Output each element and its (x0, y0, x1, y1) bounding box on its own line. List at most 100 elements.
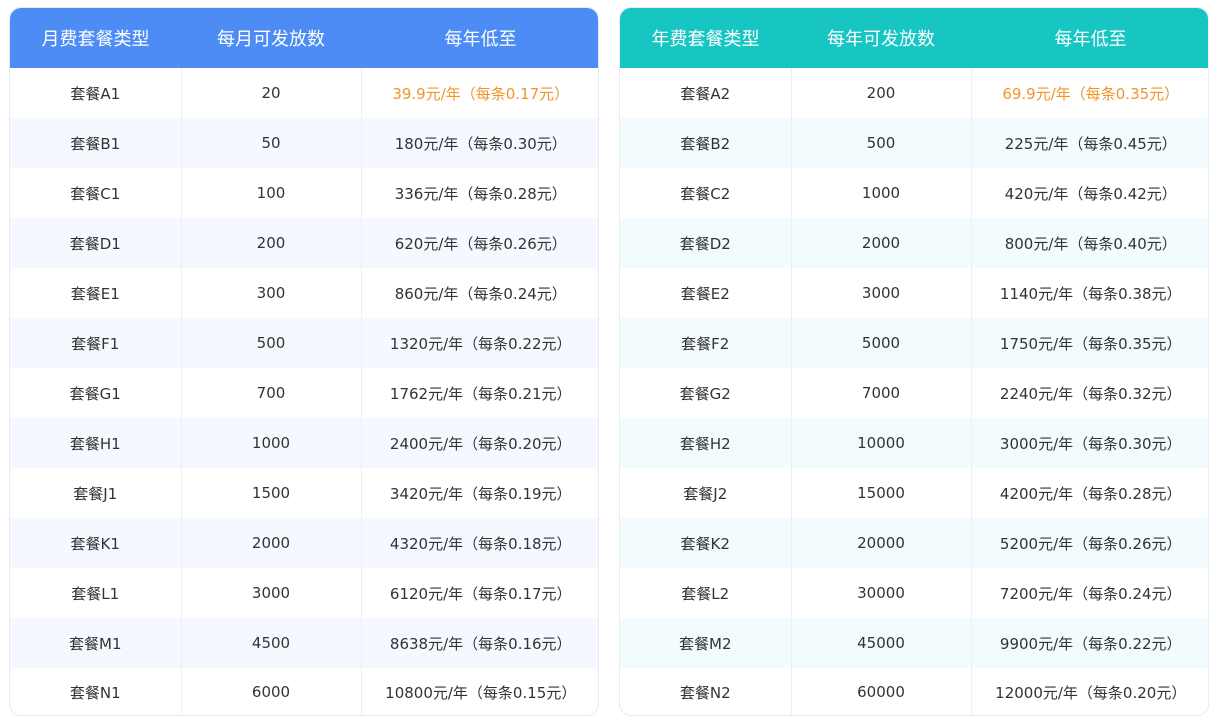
monthly-price-cell: 6120元/年（每条0.17元） (389, 584, 572, 603)
yearly-header-yearly-quota: 每年可发放数 (791, 8, 971, 68)
monthly-plan-name-cell: 套餐K1 (10, 518, 182, 568)
monthly-price-cell: 1762元/年（每条0.21元） (389, 384, 572, 403)
yearly-price-cell: 9900元/年（每条0.22元） (971, 618, 1208, 668)
yearly-quota-cell: 200 (791, 68, 972, 118)
monthly-table-row: 套餐D1 200 620元/年（每条0.26元） (10, 218, 598, 268)
yearly-price-cell: 1140元/年（每条0.38元） (999, 284, 1182, 303)
monthly-table-body: 套餐A1 20 39.9元/年（每条0.17元） 套餐B1 50 180元/年（每条0.3… (10, 68, 598, 715)
yearly-plan-name-cell: 套餐J2 (620, 468, 792, 518)
yearly-quota-cell: 60000 (791, 668, 972, 715)
monthly-plan-name-cell: 套餐E1 (10, 268, 182, 318)
monthly-price-cell: 2400元/年（每条0.20元） (361, 418, 598, 468)
monthly-table-row: 套餐A1 20 39.9元/年（每条0.17元） (10, 68, 598, 118)
yearly-header-yearly-price: 每年低至 (971, 8, 1208, 68)
yearly-price-cell: 1750元/年（每条0.35元） (971, 318, 1208, 368)
monthly-table-header-row: 月费套餐类型 每月可发放数 每年低至 (10, 8, 598, 68)
monthly-plan-name-cell: 套餐J1 (10, 468, 182, 518)
yearly-quota-cell: 15000 (791, 468, 972, 518)
yearly-price-cell: 420元/年（每条0.42元） (1004, 184, 1177, 203)
yearly-plan-name-cell: 套餐A2 (620, 68, 792, 118)
yearly-table-header-row: 年费套餐类型 每年可发放数 每年低至 (620, 8, 1208, 68)
yearly-table-row: 套餐L2 30000 7200元/年（每条0.24元） (620, 568, 1208, 618)
monthly-plan-name-cell: 套餐G1 (10, 368, 182, 418)
monthly-table-row: 套餐J1 1500 3420元/年（每条0.19元） (10, 468, 598, 518)
yearly-table-row: 套餐D2 2000 800元/年（每条0.40元） (620, 218, 1208, 268)
yearly-plan-name-cell: 套餐G2 (620, 368, 792, 418)
yearly-price-cell: 69.9元/年（每条0.35元） (1002, 84, 1180, 103)
yearly-table-row: 套餐K2 20000 5200元/年（每条0.26元） (620, 518, 1208, 568)
monthly-price-cell: 860元/年（每条0.24元） (394, 284, 567, 303)
monthly-quota-cell: 1000 (181, 418, 362, 468)
yearly-table-row: 套餐F2 5000 1750元/年（每条0.35元） (620, 318, 1208, 368)
yearly-quota-cell: 2000 (791, 218, 972, 268)
pricing-tables: 月费套餐类型 每月可发放数 每年低至 套餐A1 20 39.9元/年（每条0.17元… (0, 0, 1218, 722)
yearly-price-cell: 4200元/年（每条0.28元） (999, 484, 1182, 503)
yearly-table-row: 套餐E2 3000 1140元/年（每条0.38元） (620, 268, 1208, 318)
monthly-table-row: 套餐K1 2000 4320元/年（每条0.18元） (10, 518, 598, 568)
yearly-table-row: 套餐H2 10000 3000元/年（每条0.30元） (620, 418, 1208, 468)
yearly-price-cell: 2240元/年（每条0.32元） (999, 384, 1182, 403)
monthly-table-row: 套餐G1 700 1762元/年（每条0.21元） (10, 368, 598, 418)
monthly-plan-name-cell: 套餐F1 (10, 318, 182, 368)
yearly-quota-cell: 5000 (791, 318, 972, 368)
yearly-quota-cell: 45000 (791, 618, 972, 668)
monthly-quota-cell: 700 (181, 368, 362, 418)
yearly-quota-cell: 1000 (791, 168, 972, 218)
yearly-price-cell: 7200元/年（每条0.24元） (999, 584, 1182, 603)
yearly-table-row: 套餐C2 1000 420元/年（每条0.42元） (620, 168, 1208, 218)
yearly-table-row: 套餐A2 200 69.9元/年（每条0.35元） (620, 68, 1208, 118)
yearly-quota-cell: 500 (791, 118, 972, 168)
yearly-table-row: 套餐M2 45000 9900元/年（每条0.22元） (620, 618, 1208, 668)
yearly-plan-name-cell: 套餐L2 (620, 568, 792, 618)
monthly-quota-cell: 200 (181, 218, 362, 268)
yearly-plan-name-cell: 套餐N2 (620, 668, 792, 715)
yearly-table-row: 套餐B2 500 225元/年（每条0.45元） (620, 118, 1208, 168)
yearly-quota-cell: 3000 (791, 268, 972, 318)
monthly-plan-name-cell: 套餐A1 (10, 68, 182, 118)
monthly-price-cell: 620元/年（每条0.26元） (361, 218, 598, 268)
monthly-plan-name-cell: 套餐N1 (10, 668, 182, 715)
yearly-plan-name-cell: 套餐H2 (620, 418, 792, 468)
yearly-plan-name-cell: 套餐C2 (620, 168, 792, 218)
monthly-quota-cell: 300 (181, 268, 362, 318)
yearly-price-cell: 12000元/年（每条0.20元） (995, 683, 1187, 702)
monthly-plan-name-cell: 套餐D1 (10, 218, 182, 268)
yearly-price-cell: 800元/年（每条0.40元） (971, 218, 1208, 268)
yearly-quota-cell: 10000 (791, 418, 972, 468)
monthly-table-row: 套餐E1 300 860元/年（每条0.24元） (10, 268, 598, 318)
yearly-plan-table: 年费套餐类型 每年可发放数 每年低至 套餐A2 200 69.9元/年（每条0.35… (620, 8, 1208, 715)
yearly-table-row: 套餐N2 60000 12000元/年（每条0.20元） (620, 668, 1208, 715)
monthly-quota-cell: 6000 (181, 668, 362, 715)
monthly-table-row: 套餐H1 1000 2400元/年（每条0.20元） (10, 418, 598, 468)
yearly-table-row: 套餐G2 7000 2240元/年（每条0.32元） (620, 368, 1208, 418)
monthly-table-row: 套餐B1 50 180元/年（每条0.30元） (10, 118, 598, 168)
yearly-header-plan-type: 年费套餐类型 (620, 8, 791, 68)
yearly-table-body: 套餐A2 200 69.9元/年（每条0.35元） 套餐B2 500 225元/年（每条0… (620, 68, 1208, 715)
monthly-plan-table-panel: 月费套餐类型 每月可发放数 每年低至 套餐A1 20 39.9元/年（每条0.17元… (9, 7, 599, 716)
monthly-quota-cell: 500 (181, 318, 362, 368)
yearly-plan-name-cell: 套餐F2 (620, 318, 792, 368)
yearly-price-cell: 225元/年（每条0.45元） (971, 118, 1208, 168)
monthly-price-cell: 180元/年（每条0.30元） (361, 118, 598, 168)
monthly-quota-cell: 50 (181, 118, 362, 168)
monthly-quota-cell: 2000 (181, 518, 362, 568)
monthly-plan-table: 月费套餐类型 每月可发放数 每年低至 套餐A1 20 39.9元/年（每条0.17元… (10, 8, 598, 715)
monthly-plan-name-cell: 套餐B1 (10, 118, 182, 168)
yearly-quota-cell: 20000 (791, 518, 972, 568)
monthly-table-row: 套餐L1 3000 6120元/年（每条0.17元） (10, 568, 598, 618)
monthly-price-cell: 336元/年（每条0.28元） (394, 184, 567, 203)
monthly-price-cell: 8638元/年（每条0.16元） (361, 618, 598, 668)
yearly-quota-cell: 30000 (791, 568, 972, 618)
monthly-price-cell: 10800元/年（每条0.15元） (385, 683, 577, 702)
monthly-table-row: 套餐N1 6000 10800元/年（每条0.15元） (10, 668, 598, 715)
monthly-quota-cell: 3000 (181, 568, 362, 618)
monthly-plan-name-cell: 套餐M1 (10, 618, 182, 668)
yearly-price-cell: 3000元/年（每条0.30元） (971, 418, 1208, 468)
yearly-quota-cell: 7000 (791, 368, 972, 418)
monthly-table-row: 套餐M1 4500 8638元/年（每条0.16元） (10, 618, 598, 668)
monthly-table-row: 套餐F1 500 1320元/年（每条0.22元） (10, 318, 598, 368)
monthly-price-cell: 1320元/年（每条0.22元） (361, 318, 598, 368)
monthly-header-monthly-quota: 每月可发放数 (181, 8, 361, 68)
yearly-plan-name-cell: 套餐E2 (620, 268, 792, 318)
monthly-quota-cell: 20 (181, 68, 362, 118)
